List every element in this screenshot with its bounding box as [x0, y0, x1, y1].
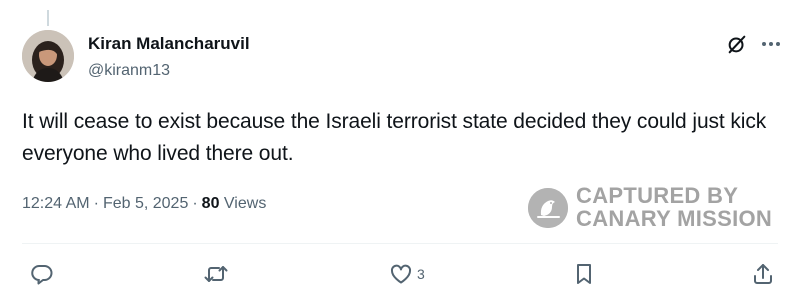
more-options-icon[interactable]: [760, 37, 782, 51]
tweet-actions-bar: 3: [0, 256, 800, 292]
canary-mission-watermark: CAPTURED BY CANARY MISSION: [528, 183, 788, 231]
actions-divider: [22, 243, 778, 244]
watermark-line2: CANARY MISSION: [576, 206, 773, 231]
meta-separator-2: ·: [192, 195, 198, 212]
author-handle[interactable]: @kiranm13: [88, 62, 170, 80]
avatar-image: [22, 30, 74, 82]
retweet-button[interactable]: [204, 261, 228, 287]
grok-icon[interactable]: [726, 33, 748, 55]
thread-connector-line: [47, 10, 49, 26]
tweet-date[interactable]: Feb 5, 2025: [103, 195, 188, 212]
bookmark-button[interactable]: [572, 261, 596, 287]
views-label: Views: [223, 195, 267, 212]
canary-logo-icon: [528, 188, 568, 228]
tweet-text: It will cease to exist because the Israe…: [22, 110, 767, 165]
reply-icon: [31, 264, 53, 285]
avatar[interactable]: [22, 30, 74, 82]
heart-icon: [390, 264, 412, 284]
tweet-time[interactable]: 12:24 AM: [22, 195, 90, 212]
like-count: 3: [417, 266, 425, 282]
author-display-name[interactable]: Kiran Malancharuvil: [88, 34, 250, 54]
share-button[interactable]: [751, 261, 775, 287]
retweet-icon: [204, 266, 228, 282]
views-count[interactable]: 80: [202, 195, 220, 212]
meta-separator: ·: [93, 195, 99, 212]
share-icon: [754, 264, 772, 284]
tweet-metadata: 12:24 AM · Feb 5, 2025 · 80 Views: [22, 195, 266, 213]
bookmark-icon: [577, 264, 591, 284]
like-button[interactable]: 3: [389, 261, 425, 287]
reply-button[interactable]: [30, 261, 54, 287]
